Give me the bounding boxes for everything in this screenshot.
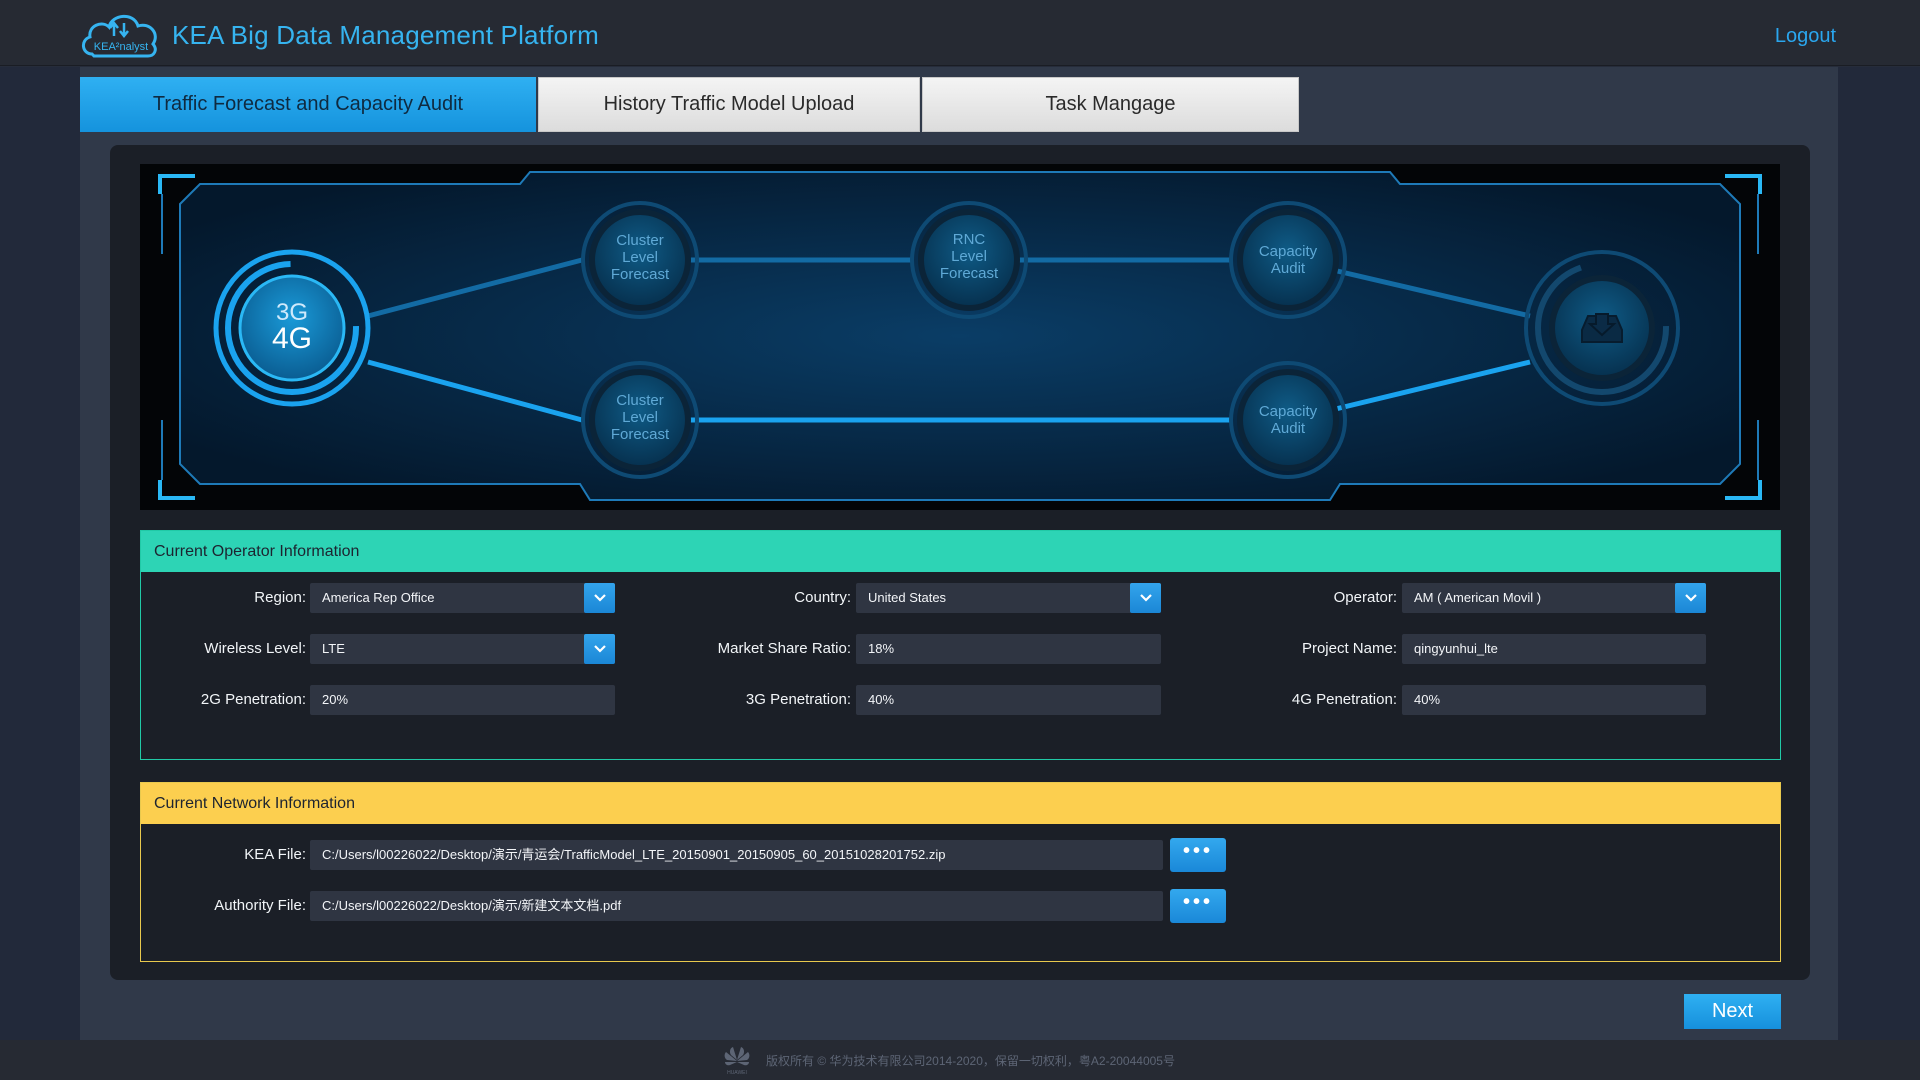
left-margin [0,67,80,1040]
network-section-title: Current Network Information [141,783,1780,824]
kea-file-label: KEA File: [244,846,306,863]
node-cluster-forecast-top: Cluster Level Forecast [581,201,699,319]
market-share-label: Market Share Ratio: [717,640,851,657]
copyright-text: 版权所有 © 华为技术有限公司2014-2020，保留一切权利，粤A2-2004… [766,1054,1175,1068]
node-cluster-forecast-bottom: Cluster Level Forecast [581,361,699,479]
operator-info-section: Current Operator Information Region: Ame… [140,530,1781,760]
node-label: Level [951,248,987,265]
pen-2g-input[interactable]: 20% [310,685,615,715]
node-rnc-forecast: RNC Level Forecast [910,201,1028,319]
chevron-down-icon[interactable] [1675,583,1706,613]
top-header: KEA²nalyst KEA Big Data Management Platf… [0,0,1920,66]
node-label: Capacity [1259,243,1318,260]
wireless-level-label: Wireless Level: [204,640,306,657]
node-label: Forecast [611,266,670,283]
authority-file-label: Authority File: [214,897,306,914]
pen-2g-label: 2G Penetration: [200,691,306,708]
download-tray-icon [1581,313,1623,343]
node-label: Level [622,409,658,426]
region-select[interactable]: America Rep Office [310,583,615,613]
huawei-logo-icon: HUAWEI [724,1047,750,1076]
pen-3g-input[interactable]: 40% [856,685,1161,715]
authority-file-browse-button[interactable]: ••• [1170,889,1226,923]
kea-file-browse-button[interactable]: ••• [1170,838,1226,872]
app-title: KEA Big Data Management Platform [172,20,599,50]
pen-3g-label: 3G Penetration: [745,691,851,708]
pen-4g-label: 4G Penetration: [1291,691,1397,708]
market-share-input[interactable]: 18% [856,634,1161,664]
region-label: Region: [254,589,306,606]
logo-text: KEA²nalyst [94,41,148,53]
pen-4g-input[interactable]: 40% [1402,685,1706,715]
node-label: Capacity [1259,403,1318,420]
country-label: Country: [794,589,851,606]
node-label: Audit [1271,260,1306,277]
kea-cloud-logo: KEA²nalyst [82,14,157,58]
tab-traffic-forecast[interactable]: Traffic Forecast and Capacity Audit [80,77,536,132]
right-margin [1838,67,1920,1040]
wireless-level-select[interactable]: LTE [310,634,615,664]
footer: HUAWEI 版权所有 © 华为技术有限公司2014-2020，保留一切权利，粤… [0,1040,1920,1080]
node-label: Forecast [611,426,670,443]
operator-label: Operator: [1333,589,1397,606]
node-capacity-audit-top: Capacity Audit [1229,201,1347,319]
node-capacity-audit-bottom: Capacity Audit [1229,361,1347,479]
operator-select[interactable]: AM ( American Movil ) [1402,583,1706,613]
project-name-input[interactable]: qingyunhui_lte [1402,634,1706,664]
workflow-diagram: 3G 4G Cluster Level Forecast RNC Level F… [140,164,1780,510]
operator-section-title: Current Operator Information [141,531,1780,572]
node-label: RNC [953,231,986,248]
node-label: Cluster [616,232,664,249]
footer-brand: HUAWEI [727,1070,747,1076]
network-info-section: Current Network Information KEA File: C:… [140,782,1781,962]
source-node-3g4g: 3G 4G [213,249,371,407]
project-name-label: Project Name: [1301,640,1397,657]
node-label: Forecast [940,265,999,282]
node-label: Audit [1271,420,1306,437]
tab-task-manage[interactable]: Task Mangage [922,77,1299,132]
node-label: Cluster [616,392,664,409]
next-button[interactable]: Next [1684,994,1781,1029]
source-label-4g: 4G [272,322,312,355]
logout-link[interactable]: Logout [1775,25,1836,48]
country-select[interactable]: United States [856,583,1161,613]
tab-history-upload[interactable]: History Traffic Model Upload [538,77,920,132]
kea-file-input[interactable]: C:/Users/l00226022/Desktop/演示/青运会/Traffi… [310,840,1163,870]
node-label: Level [622,249,658,266]
authority-file-input[interactable]: C:/Users/l00226022/Desktop/演示/新建文本文档.pdf [310,891,1163,921]
